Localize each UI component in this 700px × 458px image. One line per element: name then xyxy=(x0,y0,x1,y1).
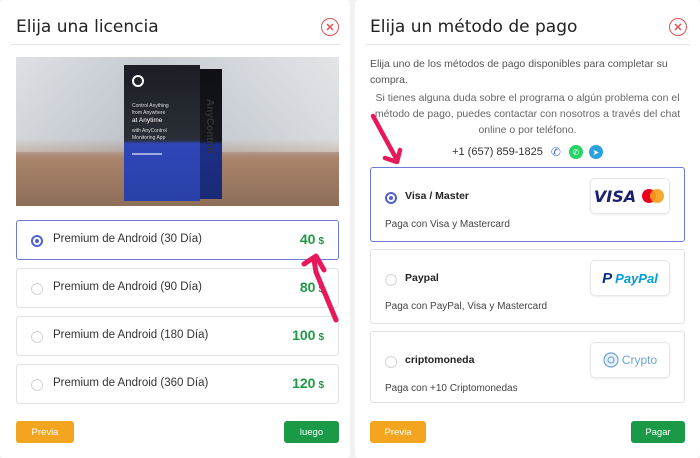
paypal-logo-text: PayPal xyxy=(615,270,658,286)
license-option-30[interactable]: Premium de Android (30 Día) 40 $ xyxy=(16,220,339,260)
product-image: Control Anything from Anywhere at Anytim… xyxy=(16,57,339,206)
radio[interactable] xyxy=(385,356,397,368)
phone-icon[interactable]: ✆ xyxy=(548,145,563,159)
visa-logo-text: VISA xyxy=(593,186,637,206)
product-box: Control Anything from Anywhere at Anytim… xyxy=(124,65,200,201)
annotation-arrow xyxy=(301,253,339,323)
option-label: Premium de Android (180 Día) xyxy=(53,329,209,341)
box-text: from Anywhere xyxy=(132,110,166,116)
box-side-text: AnyControl xyxy=(204,99,215,154)
telegram-icon[interactable]: ➤ xyxy=(588,145,603,159)
box-text: Monitoring App xyxy=(132,135,166,141)
annotation-arrow xyxy=(370,113,403,165)
radio[interactable] xyxy=(385,274,397,286)
method-name: criptomoneda xyxy=(405,354,475,366)
option-price: 120 $ xyxy=(292,375,324,391)
whatsapp-icon[interactable]: ✆ xyxy=(568,145,583,159)
radio-selected[interactable] xyxy=(385,192,397,204)
method-name: Paypal xyxy=(405,272,439,284)
method-desc: Paga con +10 Criptomonedas xyxy=(385,383,518,394)
option-price: 100 $ xyxy=(292,327,324,343)
phone-number[interactable]: +1 (657) 859-1825 xyxy=(452,146,543,158)
visa-mastercard-logo: VISA xyxy=(590,178,670,214)
license-option-90[interactable]: Premium de Android (90 Día) 80 $ xyxy=(16,268,339,308)
payment-method-crypto[interactable]: criptomoneda Paga con +10 Criptomonedas … xyxy=(370,331,685,403)
radio[interactable] xyxy=(31,379,43,391)
box-text: with AnyControl xyxy=(132,128,167,134)
paypal-icon: P xyxy=(602,269,613,287)
method-desc: Paga con Visa y Mastercard xyxy=(385,219,510,230)
pay-button[interactable]: Pagar xyxy=(631,421,685,443)
radio[interactable] xyxy=(31,331,43,343)
close-icon[interactable] xyxy=(669,18,687,36)
paypal-logo: P PayPal xyxy=(590,260,670,296)
payment-panel-title: Elija un método de pago xyxy=(370,17,578,37)
payment-method-paypal[interactable]: Paypal Paga con PayPal, Visa y Mastercar… xyxy=(370,249,685,324)
prev-button[interactable]: Previa xyxy=(16,421,74,443)
radio[interactable] xyxy=(31,283,43,295)
crypto-logo: Crypto xyxy=(590,342,670,378)
license-option-180[interactable]: Premium de Android (180 Día) 100 $ xyxy=(16,316,339,356)
payment-method-visa[interactable]: Visa / Master Paga con Visa y Mastercard… xyxy=(370,167,685,242)
prev-button[interactable]: Previa xyxy=(370,421,426,443)
box-text: Control Anything xyxy=(132,103,169,109)
license-option-360[interactable]: Premium de Android (360 Día) 120 $ xyxy=(16,364,339,404)
license-panel-title: Elija una licencia xyxy=(16,17,159,37)
divider xyxy=(10,44,340,45)
payment-panel: Elija un método de pago Elija uno de los… xyxy=(355,0,700,458)
payment-intro: Elija uno de los métodos de pago disponi… xyxy=(370,58,668,86)
crypto-logo-text: Crypto xyxy=(621,353,658,367)
method-name: Visa / Master xyxy=(405,190,470,202)
product-box-side: AnyControl xyxy=(200,69,222,199)
option-label: Premium de Android (30 Día) xyxy=(53,233,202,245)
license-panel: Elija una licencia Control Anything from… xyxy=(0,0,350,458)
box-text: at Anytime xyxy=(132,117,163,124)
next-button[interactable]: luego xyxy=(284,421,339,443)
option-label: Premium de Android (360 Día) xyxy=(53,377,209,389)
payment-help: Si tienes alguna duda sobre el programa … xyxy=(374,92,681,136)
close-icon[interactable] xyxy=(321,18,339,36)
mastercard-icon xyxy=(642,189,665,203)
method-desc: Paga con PayPal, Visa y Mastercard xyxy=(385,301,548,312)
option-label: Premium de Android (90 Día) xyxy=(53,281,202,293)
crypto-icon xyxy=(603,352,619,368)
divider xyxy=(365,44,690,45)
radio-selected[interactable] xyxy=(31,235,43,247)
